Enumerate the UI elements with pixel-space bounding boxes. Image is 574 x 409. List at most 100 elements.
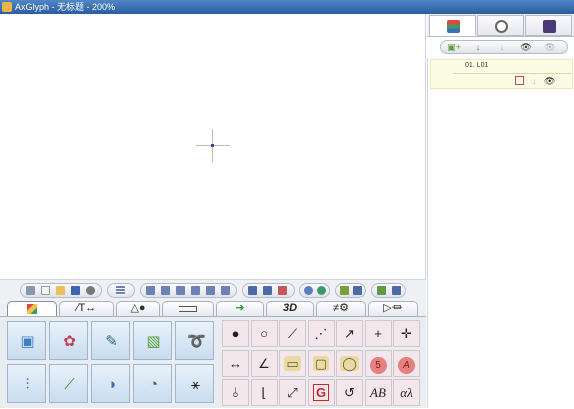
double-arrow-icon: ⤢ bbox=[287, 385, 298, 400]
toolbar-group-file bbox=[20, 283, 102, 298]
crosshair-tool[interactable]: + bbox=[364, 320, 392, 347]
gauge-tool-button[interactable]: ◔ bbox=[133, 364, 172, 403]
new-icon[interactable] bbox=[41, 286, 50, 295]
picture-tool-button[interactable]: ▣ bbox=[7, 321, 46, 360]
mirror-tool[interactable]: ⫰ bbox=[222, 379, 249, 406]
bring-forward-icon[interactable] bbox=[304, 286, 313, 295]
distribute-horizontal-icon[interactable] bbox=[248, 286, 257, 295]
window-title: AxGlyph - 无标题 - 200% bbox=[15, 2, 116, 12]
layer-toolbar: ▣+ ↓ ↓ 👁 👁 bbox=[440, 40, 568, 54]
italic-ab-icon: AB bbox=[370, 385, 386, 400]
layers-sidebar: ▣+ ↓ ↓ 👁 👁 01. L01 ↓ 👁 bbox=[427, 14, 574, 408]
app-icon bbox=[2, 2, 12, 12]
send-backward-icon[interactable] bbox=[317, 286, 326, 295]
pie-tool-button[interactable]: ◑ bbox=[91, 364, 130, 403]
runner-tool-button[interactable]: ⚹ bbox=[175, 364, 214, 403]
tab-arrows[interactable]: ➜ bbox=[216, 301, 264, 316]
greek-icon: αλ bbox=[400, 385, 413, 400]
align-right-icon[interactable] bbox=[176, 286, 185, 295]
tab-circuits[interactable]: ▷⏛ bbox=[368, 301, 418, 316]
pen-tool-button[interactable]: ✎ bbox=[91, 321, 130, 360]
list-style-icon[interactable] bbox=[116, 286, 125, 295]
hide-layer-button[interactable]: 👁 bbox=[541, 42, 559, 52]
layer-visibility-icon[interactable]: 👁 bbox=[544, 76, 555, 86]
layer-name: 01. L01 bbox=[465, 62, 489, 69]
align-bottom-icon[interactable] bbox=[221, 286, 230, 295]
shape-tool-icon: ✿ bbox=[63, 333, 76, 350]
tab-3d[interactable]: 3D bbox=[266, 301, 314, 316]
show-layer-button[interactable]: 👁 bbox=[517, 42, 535, 52]
align-middle-icon[interactable] bbox=[206, 286, 215, 295]
layer-move-icon[interactable]: ↓ bbox=[532, 76, 537, 86]
export-icon[interactable] bbox=[377, 286, 386, 295]
dashed-line-tool[interactable]: ⋰ bbox=[307, 320, 335, 347]
callout-round-tool[interactable]: ▢ bbox=[307, 349, 335, 377]
tab-symbols[interactable]: ≠⚙ bbox=[316, 301, 366, 316]
drawing-tools-panel: ● ○ ⟋ ⋰ ↗ + ✛ ↔ ∠ ▭ ▢ ◯ 5 A ⫰ ⌊ ⤢ G ↺ AB αλ bbox=[222, 320, 422, 409]
palette-icon bbox=[27, 304, 37, 314]
g-frame-tool[interactable]: G bbox=[307, 379, 335, 406]
callout-rect-tool[interactable]: ▭ bbox=[279, 349, 306, 377]
cross-arrow-icon: ✛ bbox=[401, 326, 412, 341]
open-icon[interactable] bbox=[56, 286, 65, 295]
shape-tool-button[interactable]: ✿ bbox=[49, 321, 88, 360]
menu-icon[interactable] bbox=[26, 286, 35, 295]
toolbar-group-extra bbox=[371, 283, 406, 298]
arrow-line-tool[interactable]: ↗ bbox=[336, 320, 363, 347]
distribute-vertical-icon[interactable] bbox=[263, 286, 272, 295]
tab-color[interactable] bbox=[7, 301, 57, 316]
distribute-center-icon[interactable] bbox=[278, 286, 287, 295]
letter-badge-tool[interactable]: A bbox=[393, 349, 420, 377]
dot-filled-tool[interactable]: ● bbox=[222, 320, 249, 347]
paint-tool-button[interactable]: ➰ bbox=[175, 321, 214, 360]
dashed-line-icon: ⋰ bbox=[314, 326, 328, 341]
runner-tool-icon: ⚹ bbox=[190, 376, 200, 393]
sidebar-tab-palette[interactable] bbox=[477, 15, 524, 36]
graph-tool-button[interactable]: ⫶ bbox=[7, 364, 46, 403]
italic-ab-tool[interactable]: AB bbox=[364, 379, 392, 406]
rotate-tool[interactable]: ↺ bbox=[336, 379, 363, 406]
align-left-icon[interactable] bbox=[146, 286, 155, 295]
layer-clear-icon[interactable] bbox=[515, 76, 524, 85]
dimension-icon: ↔ bbox=[229, 355, 242, 371]
save-icon[interactable] bbox=[71, 286, 80, 295]
double-arrow-tool[interactable]: ⤢ bbox=[279, 379, 306, 406]
dimension-tool[interactable]: ↔ bbox=[222, 349, 249, 377]
box-tool-button[interactable]: ▧ bbox=[133, 321, 172, 360]
corner-tool[interactable]: ⌊ bbox=[250, 379, 278, 406]
number-badge-tool[interactable]: 5 bbox=[364, 349, 392, 377]
dot-empty-icon: ○ bbox=[260, 326, 268, 341]
tab-text[interactable]: ∕T↔ bbox=[59, 301, 114, 316]
arrow-line-icon: ↗ bbox=[344, 326, 355, 341]
sidebar-tab-layers[interactable] bbox=[429, 15, 476, 36]
callout-oval-tool[interactable]: ◯ bbox=[336, 349, 363, 377]
tab-connectors[interactable] bbox=[162, 301, 214, 316]
group-icon[interactable] bbox=[340, 286, 349, 295]
connector-icon bbox=[179, 306, 197, 312]
add-layer-button[interactable]: ▣+ bbox=[445, 42, 463, 52]
sidebar-tab-camera[interactable] bbox=[525, 15, 572, 36]
ungroup-icon[interactable] bbox=[353, 286, 362, 295]
align-center-icon[interactable] bbox=[161, 286, 170, 295]
angle-tool[interactable]: ∠ bbox=[250, 349, 278, 377]
layer-row[interactable]: 01. L01 ↓ 👁 bbox=[430, 59, 573, 89]
drawing-canvas[interactable] bbox=[0, 14, 426, 279]
line-tool[interactable]: ⟋ bbox=[279, 320, 306, 347]
tab-text-label: ∕T↔ bbox=[76, 302, 97, 314]
chart-tool-button[interactable]: ⟋ bbox=[49, 364, 88, 403]
layers-icon bbox=[447, 20, 460, 33]
angle-icon: ∠ bbox=[258, 355, 270, 371]
toolbar-group-align bbox=[140, 283, 237, 298]
align-top-icon[interactable] bbox=[191, 286, 200, 295]
number-badge-icon: 5 bbox=[369, 356, 387, 374]
move-layer-down-button[interactable]: ↓ bbox=[493, 42, 511, 52]
pie-tool-icon: ◑ bbox=[106, 376, 117, 393]
import-icon[interactable] bbox=[392, 286, 401, 295]
callout-rect-icon: ▭ bbox=[284, 355, 301, 371]
settings-icon[interactable] bbox=[86, 286, 95, 295]
delete-layer-button[interactable]: ↓ bbox=[469, 42, 487, 52]
greek-tool[interactable]: αλ bbox=[393, 379, 420, 406]
cross-arrow-tool[interactable]: ✛ bbox=[393, 320, 420, 347]
dot-empty-tool[interactable]: ○ bbox=[250, 320, 278, 347]
tab-shapes[interactable]: △● bbox=[116, 301, 160, 316]
